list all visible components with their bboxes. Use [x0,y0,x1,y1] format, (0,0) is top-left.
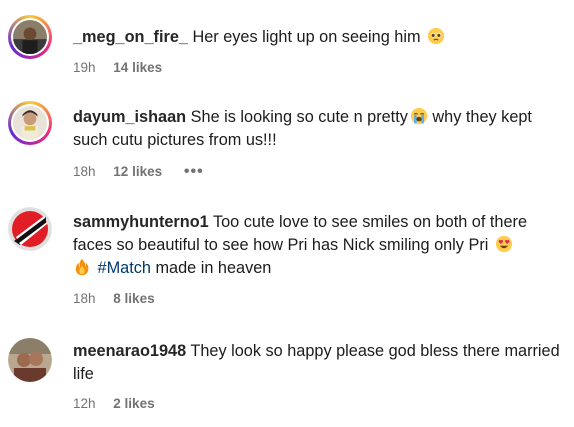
comment-text: meenarao1948 They look so happy please g… [73,340,564,386]
comment-list: _meg_on_fire_ Her eyes light up on seein… [0,0,574,427]
avatar[interactable] [8,15,52,59]
comment-username[interactable]: _meg_on_fire_ [73,28,188,46]
avatar[interactable] [8,101,52,145]
avatar-photo [8,207,52,251]
comment-likes[interactable]: 12 likes [113,164,162,179]
comment-text: _meg_on_fire_ Her eyes light up on seein… [73,26,564,49]
comment-meta: 19h 14 likes [73,60,180,75]
comment-time[interactable]: 18h [73,291,96,306]
comment-likes[interactable]: 8 likes [113,291,154,306]
comment-username[interactable]: meenarao1948 [73,342,186,360]
avatar-photo [13,20,47,54]
comment-item: _meg_on_fire_ Her eyes light up on seein… [0,0,574,85]
comment-time[interactable]: 12h [73,396,96,411]
comment-time[interactable]: 18h [73,164,96,179]
comment-username[interactable]: sammyhunterno1 [73,213,209,231]
comment-likes[interactable]: 14 likes [113,60,162,75]
comment-meta: 12h 2 likes [73,396,173,411]
comment-text: sammyhunterno1 Too cute love to see smil… [73,211,564,280]
comment-time[interactable]: 19h [73,60,96,75]
comment-item: sammyhunterno1 Too cute love to see smil… [0,195,574,320]
avatar[interactable] [8,207,52,251]
more-options-icon[interactable]: ••• [184,163,204,181]
hashtag-link[interactable]: #Match [98,259,151,277]
loudly-crying-face-icon [410,107,427,125]
comment-username[interactable]: dayum_ishaan [73,108,186,126]
comment-item: meenarao1948 They look so happy please g… [0,320,574,427]
comment-body: Her eyes light up on seeing him [192,28,421,46]
comment-body: She is looking so cute n pretty [190,108,408,126]
avatar-photo [13,106,47,140]
fire-icon [75,258,89,276]
comment-likes[interactable]: 2 likes [113,396,154,411]
avatar-photo [8,338,52,382]
heart-eyes-icon [495,235,512,253]
comment-text: dayum_ishaan She is looking so cute n pr… [73,106,564,152]
comment-body-continued: made in heaven [155,259,272,277]
comment-item: dayum_ishaan She is looking so cute n pr… [0,85,574,195]
pleading-face-icon [427,27,445,45]
comment-meta: 18h 8 likes [73,291,173,306]
comment-meta: 18h 12 likes ••• [73,163,204,181]
avatar[interactable] [8,338,52,382]
